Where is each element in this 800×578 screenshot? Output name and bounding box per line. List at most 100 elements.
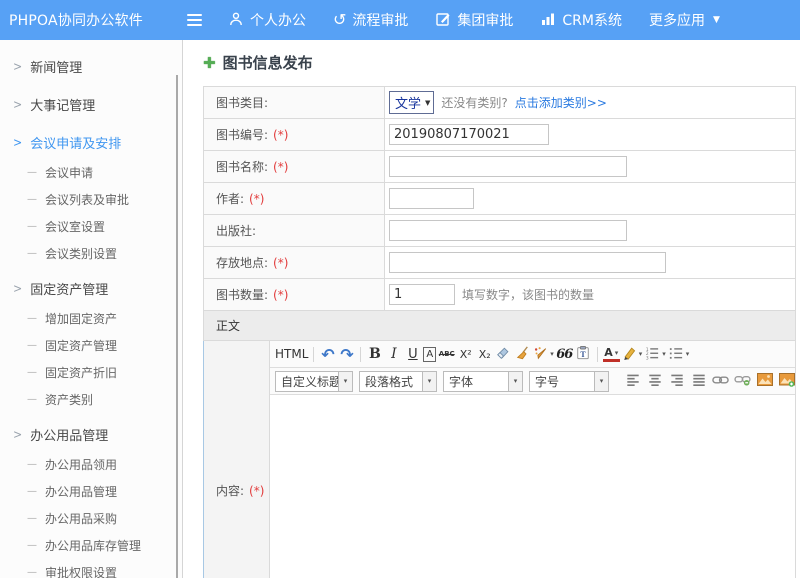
paragraph-format-select[interactable]: 段落格式▾ [359,371,437,392]
sidebar-group-12[interactable]: >办公用品管理 [0,418,182,451]
broom-icon [515,346,530,363]
sidebar-item-17[interactable]: —审批权限设置 [0,559,182,578]
main-content: ✚ 图书信息发布 图书类目:文学▼还没有类别?点击添加类别>>图书编号:(*)图… [184,40,800,578]
eraser-icon [496,346,511,363]
align-left-button[interactable] [624,371,641,392]
book-name-input[interactable] [389,156,627,177]
html-source-button[interactable]: HTML [275,344,308,365]
font-box-button[interactable]: A [423,347,436,362]
list-ul-icon [668,346,684,363]
format-brush-button[interactable]: ▾ [533,344,554,365]
paste-text-button[interactable]: T [575,344,592,365]
font-size-select[interactable]: 字号▾ [529,371,609,392]
highlight-button[interactable]: ▾ [622,344,643,365]
publisher-input[interactable] [389,220,627,241]
blockquote-button[interactable]: 66 [556,344,573,365]
sidebar-item-4[interactable]: —会议列表及审批 [0,186,182,213]
dash-icon: — [27,459,37,470]
caret-down-icon: ▾ [594,372,608,391]
storage-location-input[interactable] [389,252,666,273]
sidebar-item-label: 办公用品管理 [30,425,108,444]
nav-more-apps[interactable]: 更多应用 ▼ [649,10,720,30]
remove-format-button[interactable] [514,344,531,365]
sidebar-item-11[interactable]: —资产类别 [0,386,182,413]
sidebar-item-16[interactable]: —办公用品库存管理 [0,532,182,559]
sidebar-item-label: 会议申请 [45,164,93,181]
caret-down-icon: ▾ [508,372,522,391]
sidebar-item-6[interactable]: —会议类别设置 [0,240,182,267]
caret-down-icon: ▾ [686,350,690,358]
toolbar-separator [313,347,314,362]
nav-crm-system[interactable]: CRM系统 [540,10,622,30]
sidebar-item-5[interactable]: —会议室设置 [0,213,182,240]
dash-icon: — [27,340,37,351]
dash-icon: — [27,194,37,205]
custom-title-select[interactable]: 自定义标题▾ [275,371,353,392]
menu-toggle-icon[interactable] [187,14,202,26]
sidebar-scrollbar[interactable] [176,75,178,578]
book-category-select[interactable]: 文学▼ [389,91,434,114]
book-quantity-label: 图书数量:(*) [204,279,385,310]
svg-text:T: T [581,350,587,359]
top-header: PHPOA协同办公软件 个人办公 ↺ 流程审批 集团审批 CRM系统 更多应用 [0,0,800,40]
sidebar-group-0[interactable]: >新闻管理 [0,50,182,83]
sidebar-group-1[interactable]: >大事记管理 [0,88,182,121]
image-plus-icon [779,373,795,390]
nav-group-approval[interactable]: 集团审批 [435,10,513,30]
dash-icon: — [27,221,37,232]
nav-personal-office[interactable]: 个人办公 [228,10,306,30]
insert-media-button[interactable] [778,371,795,392]
toolbar-separator [360,347,361,362]
caret-down-icon: ▾ [662,350,666,358]
image-icon [757,373,773,389]
eraser-button[interactable] [495,344,512,365]
book-number-input[interactable] [389,124,549,145]
nav-process-approval[interactable]: ↺ 流程审批 [333,10,408,30]
caret-down-icon: ▼ [425,99,430,107]
brush-icon [533,346,548,363]
sidebar-item-13[interactable]: —办公用品领用 [0,451,182,478]
sidebar-item-10[interactable]: —固定资产折旧 [0,359,182,386]
sidebar-group-2[interactable]: >会议申请及安排 [0,126,182,159]
sidebar-item-8[interactable]: —增加固定资产 [0,305,182,332]
hint-text: 还没有类别? [441,94,507,111]
person-icon [228,11,244,30]
font-color-button[interactable]: A▾ [603,347,620,362]
caret-down-icon: ▾ [639,350,643,358]
sidebar-group-7[interactable]: >固定资产管理 [0,272,182,305]
history-icon: ↺ [333,12,346,28]
sidebar-item-15[interactable]: —办公用品采购 [0,505,182,532]
bold-button[interactable]: B [366,344,383,365]
redo-button[interactable]: ↷ [338,344,355,365]
sidebar-item-3[interactable]: —会议申请 [0,159,182,186]
undo-button[interactable]: ↶ [319,344,336,365]
strikethrough-button[interactable]: ABC [438,344,455,365]
font-family-select[interactable]: 字体▾ [443,371,523,392]
unordered-list-button[interactable]: ▾ [668,344,690,365]
sidebar-item-14[interactable]: —办公用品管理 [0,478,182,505]
subscript-button[interactable]: X₂ [476,344,493,365]
author-input[interactable] [389,188,474,209]
marker-icon [622,346,637,363]
sidebar-item-9[interactable]: —固定资产管理 [0,332,182,359]
sidebar-item-label: 大事记管理 [30,95,95,114]
book-form: 图书类目:文学▼还没有类别?点击添加类别>>图书编号:(*)图书名称:(*)作者… [203,86,796,311]
insert-image-button[interactable] [756,371,773,392]
align-right-button[interactable] [668,371,685,392]
superscript-button[interactable]: X² [457,344,474,365]
hint-text: 填写数字，该图书的数量 [462,286,594,303]
align-center-button[interactable] [646,371,663,392]
storage-location-label: 存放地点:(*) [204,247,385,278]
unlink-button[interactable] [734,371,751,392]
book-quantity-input[interactable] [389,284,455,305]
justify-button[interactable] [690,371,707,392]
link-button[interactable] [712,371,729,392]
publisher-label: 出版社: [204,215,385,246]
add-category-link[interactable]: 点击添加类别>> [515,94,607,111]
underline-button[interactable]: U [404,344,421,365]
sidebar-menu: >新闻管理>大事记管理>会议申请及安排—会议申请—会议列表及审批—会议室设置—会… [0,40,183,578]
editor-content[interactable] [270,395,795,578]
bar-chart-icon [540,11,556,30]
italic-button[interactable]: I [385,344,402,365]
ordered-list-button[interactable]: 123▾ [644,344,666,365]
